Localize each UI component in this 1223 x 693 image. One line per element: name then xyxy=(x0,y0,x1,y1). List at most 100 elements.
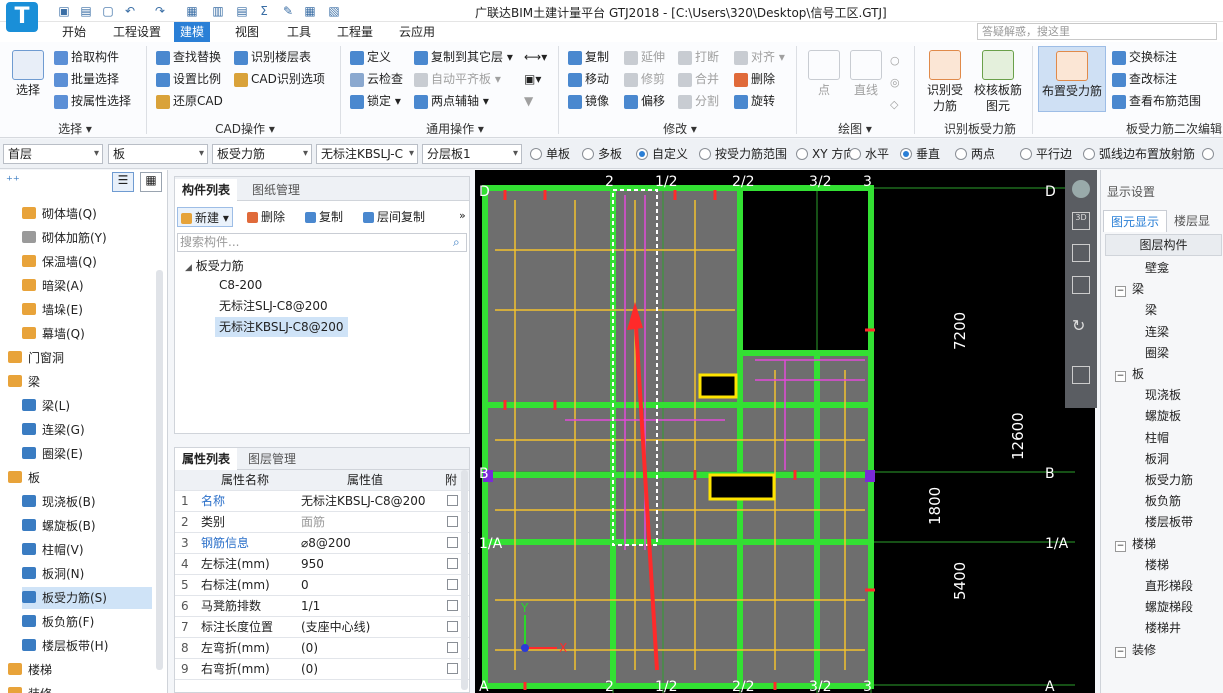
layout-rebar-button[interactable]: 布置受力筋 xyxy=(1038,46,1106,112)
prop-value[interactable]: 面筋 xyxy=(301,512,441,532)
tab-layer-manager[interactable]: 图层管理 xyxy=(241,448,303,470)
tab-property-list[interactable]: 属性列表 xyxy=(175,448,238,470)
component-search-input[interactable]: 搜索构件... xyxy=(177,233,467,252)
grid-view-icon[interactable]: ▦ xyxy=(140,172,162,192)
prop-value[interactable]: ⌀8@200 xyxy=(301,533,441,553)
attach-checkbox[interactable] xyxy=(447,600,458,611)
radio-option-6[interactable]: 垂直 xyxy=(900,146,940,162)
search-icon[interactable]: ⌕ xyxy=(453,235,460,250)
select-by-attr-button[interactable]: 按属性选择 xyxy=(54,91,131,111)
split-button[interactable]: 分割 xyxy=(678,91,719,111)
tree-item[interactable]: 墙垛(E) xyxy=(22,299,162,321)
tree-item[interactable]: 砌体墙(Q) xyxy=(22,203,162,225)
pick-component-button[interactable]: 拾取构件 xyxy=(54,47,119,67)
prop-value[interactable]: (0) xyxy=(301,659,441,679)
prop-scrollbar[interactable] xyxy=(461,470,468,690)
batch-select-button[interactable]: 批量选择 xyxy=(54,69,119,89)
define-button[interactable]: 定义 xyxy=(350,47,391,67)
radio-option-4[interactable]: XY 方向 xyxy=(796,146,855,162)
save-icon[interactable]: ▣ xyxy=(56,3,72,19)
layer-tree-item[interactable]: 板洞 xyxy=(1145,449,1169,470)
rotate-view-icon[interactable]: ↻ xyxy=(1072,316,1085,335)
tab-quantity[interactable]: 工程量 xyxy=(331,22,379,42)
rotate-button[interactable]: 旋转 xyxy=(734,91,775,111)
group-select-label[interactable]: 选择 ▾ xyxy=(20,120,130,136)
layer-tree-item[interactable]: − 梁 xyxy=(1115,279,1144,300)
query-label-button[interactable]: 查改标注 xyxy=(1112,69,1177,89)
radio-option-7[interactable]: 两点 xyxy=(955,146,995,162)
align-button[interactable]: 对齐 ▾ xyxy=(734,47,785,67)
mirror-button[interactable]: 镜像 xyxy=(568,91,609,111)
cad-options-button[interactable]: CAD识别选项 xyxy=(234,69,325,89)
extend-button[interactable]: 延伸 xyxy=(624,47,665,67)
layer-tree-item[interactable]: 梁 xyxy=(1145,300,1157,321)
calc-icon[interactable]: ▥ xyxy=(210,3,226,19)
restore-cad-button[interactable]: 还原CAD xyxy=(156,91,223,111)
prop-row[interactable]: 9 右弯折(mm) (0) xyxy=(175,659,469,680)
layer-tree-item[interactable]: − 板 xyxy=(1115,364,1144,385)
component-item[interactable]: C8-200 xyxy=(215,275,266,295)
tree-item[interactable]: 暗梁(A) xyxy=(22,275,162,297)
open-icon[interactable]: ▤ xyxy=(78,3,94,19)
prop-row[interactable]: 1 名称 无标注KBSLJ-C8@200 xyxy=(175,491,469,512)
layer-tree-item[interactable]: 连梁 xyxy=(1145,322,1169,343)
group-identify-label[interactable]: 识别板受力筋 xyxy=(930,120,1030,136)
layer-tree-item[interactable]: 楼层板带 xyxy=(1145,512,1193,533)
tree-item[interactable]: 保温墙(Q) xyxy=(22,251,162,273)
group-cad-label[interactable]: CAD操作 ▾ xyxy=(180,120,310,136)
floor-plan-drawing[interactable]: 221/21/22/22/23/23/233DDBB1/A1/AAA 7200 … xyxy=(475,170,1095,693)
collapse-icon[interactable]: − xyxy=(1115,540,1126,552)
tree-item[interactable]: 圈梁(E) xyxy=(22,443,162,465)
draw-line-button[interactable]: 直线 xyxy=(848,50,884,98)
drawing-canvas[interactable]: 2 2 1/2 1/2 2/2 2/2 3/2 3/2 3 3 D D B B 1/A 1/A A A 7200 … xyxy=(475,170,1095,693)
more-icon[interactable]: » xyxy=(459,209,466,222)
prop-row[interactable]: 4 左标注(mm) 950 xyxy=(175,554,469,575)
tab-component-list[interactable]: 构件列表 xyxy=(175,179,238,201)
lock-button[interactable]: 锁定 ▾ xyxy=(350,91,401,111)
radio-option-9[interactable]: 弧线边布置放射筋 xyxy=(1083,146,1195,162)
top-view-icon[interactable] xyxy=(1072,244,1090,262)
tab-start[interactable]: 开始 xyxy=(56,22,92,42)
layer-tree-item[interactable]: 直形梯段 xyxy=(1145,576,1193,597)
tree-item[interactable]: 楼梯 xyxy=(8,659,148,681)
collapse-icon[interactable]: − xyxy=(1115,646,1126,658)
component-select[interactable]: 无标注KBSLJ-C xyxy=(316,144,418,164)
radio-option-5[interactable]: 水平 xyxy=(849,146,889,162)
tree-item[interactable]: 现浇板(B) xyxy=(22,491,162,513)
component-item[interactable]: 无标注SLJ-C8@200 xyxy=(215,296,332,316)
tree-item[interactable]: 板洞(N) xyxy=(22,563,162,585)
copy-button[interactable]: 复制 xyxy=(568,47,609,67)
prop-value[interactable]: (支座中心线) xyxy=(301,617,441,637)
attach-checkbox[interactable] xyxy=(447,495,458,506)
tree-item[interactable]: 螺旋板(B) xyxy=(22,515,162,537)
tree-item[interactable]: 幕墙(Q) xyxy=(22,323,162,345)
layer-tree-item[interactable]: 楼梯 xyxy=(1145,555,1169,576)
tab-tools[interactable]: 工具 xyxy=(281,22,317,42)
orbit-icon[interactable] xyxy=(1072,180,1090,198)
tree-item[interactable]: 连梁(G) xyxy=(22,419,162,441)
prop-row[interactable]: 6 马凳筋排数 1/1 xyxy=(175,596,469,617)
delete-component-button[interactable]: 删除 xyxy=(247,207,285,227)
prop-value[interactable]: 无标注KBSLJ-C8@200 xyxy=(301,491,441,511)
layer-tree-item[interactable]: 现浇板 xyxy=(1145,385,1181,406)
check-rebar-button[interactable]: 校核板筋图元 xyxy=(972,50,1024,114)
layer-tree-item[interactable]: 螺旋板 xyxy=(1145,406,1181,427)
break-button[interactable]: 打断 xyxy=(678,47,719,67)
swap-label-button[interactable]: 交换标注 xyxy=(1112,47,1177,67)
draw-point-button[interactable]: 点 xyxy=(806,50,842,98)
tree-item[interactable]: 梁 xyxy=(8,371,148,393)
tab-drawing-manager[interactable]: 图纸管理 xyxy=(245,179,307,201)
view-3d-icon[interactable]: 3D xyxy=(1072,212,1090,230)
group-draw-label[interactable]: 绘图 ▾ xyxy=(820,120,890,136)
trim-button[interactable]: 修剪 xyxy=(624,69,665,89)
component-item[interactable]: 无标注KBSLJ-C8@200 xyxy=(215,317,348,337)
attach-checkbox[interactable] xyxy=(447,516,458,527)
prop-row[interactable]: 2 类别 面筋 xyxy=(175,512,469,533)
help-search-input[interactable]: 答疑解惑，搜这里 xyxy=(977,23,1217,40)
draw-shapes-icon[interactable]: ○ ◎ ◇ xyxy=(890,50,904,120)
set-scale-button[interactable]: 设置比例 xyxy=(156,69,221,89)
tree-item[interactable]: 梁(L) xyxy=(22,395,162,417)
radio-option-8[interactable]: 平行边 xyxy=(1020,146,1072,162)
layer-tree-item[interactable]: 板负筋 xyxy=(1145,491,1181,512)
table-icon[interactable]: ▦ xyxy=(184,3,200,19)
